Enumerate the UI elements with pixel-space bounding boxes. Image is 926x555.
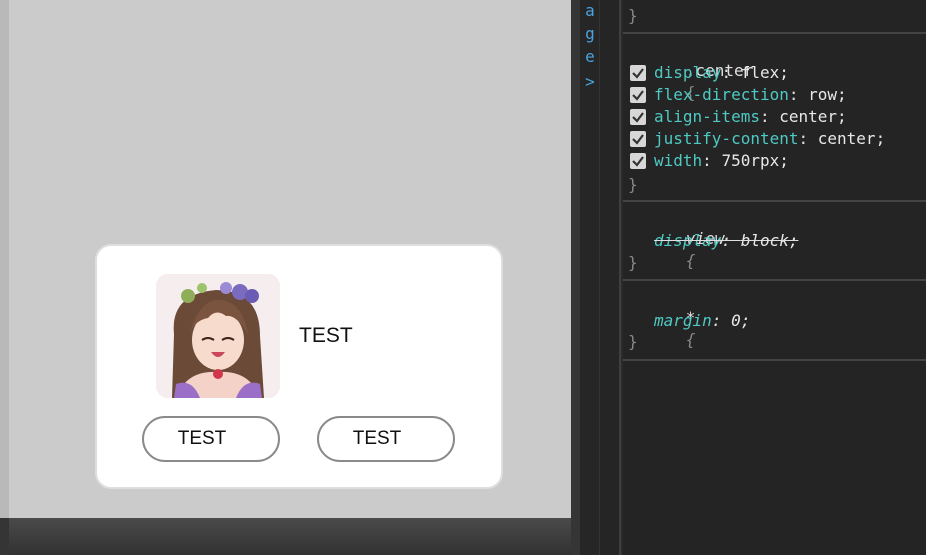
decl-display[interactable]: display: flex; (654, 62, 789, 84)
checkbox-align-items[interactable] (630, 109, 646, 125)
rule-universal-open-brace: { (685, 330, 696, 349)
devtools-gutter-secondary (600, 0, 621, 555)
checkbox-justify-content[interactable] (630, 131, 646, 147)
decl-width[interactable]: width: 750rpx; (654, 150, 789, 172)
rule-center-close-brace: } (628, 175, 638, 194)
devtools-gutter: a g e > (580, 0, 600, 555)
previous-rule: } (623, 0, 926, 34)
gutter-letter-g: g (585, 24, 595, 43)
simulator-bottom-shadow (9, 518, 571, 555)
rule-view: view { display: block; } (623, 202, 926, 281)
simulator-screen: TEST TEST TEST (9, 0, 571, 518)
gutter-letter-a: a (585, 1, 595, 20)
decl-justify-content[interactable]: justify-content: center; (654, 128, 885, 150)
rule-center: .center { display: flex; flex-direction:… (623, 34, 926, 202)
checkmark-icon (632, 90, 644, 101)
gutter-letter-e: e (585, 47, 595, 66)
decl-align-items[interactable]: align-items: center; (654, 106, 847, 128)
simulator-edge (0, 0, 9, 518)
avatar (156, 274, 280, 398)
popup-right-button[interactable]: TEST (317, 416, 455, 462)
checkmark-icon (632, 156, 644, 167)
anime-girl-avatar-image (156, 274, 280, 398)
rule-universal-close-brace: } (628, 332, 638, 351)
checkbox-width[interactable] (630, 153, 646, 169)
popup-title: TEST (299, 324, 353, 347)
checkmark-icon (632, 68, 644, 79)
decl-flex-direction[interactable]: flex-direction: row; (654, 84, 847, 106)
popup-card: TEST TEST TEST (95, 244, 503, 489)
rule-view-open-brace: { (685, 251, 696, 270)
decl-margin[interactable]: margin: 0; (654, 310, 750, 332)
checkmark-icon (632, 134, 644, 145)
previous-rule-close-brace: } (628, 6, 638, 25)
gutter-expand-icon[interactable]: > (580, 71, 600, 93)
rule-view-close-brace: } (628, 253, 638, 272)
checkbox-flex-direction[interactable] (630, 87, 646, 103)
decl-display-overridden[interactable]: display: block; (654, 230, 799, 252)
checkbox-display[interactable] (630, 65, 646, 81)
popup-left-button[interactable]: TEST (142, 416, 280, 462)
checkmark-icon (632, 112, 644, 123)
rule-universal: * { margin: 0; } (623, 281, 926, 361)
simulator-area: TEST TEST TEST (0, 0, 580, 555)
styles-pane: } .center { display: flex; flex-directio… (623, 0, 926, 555)
